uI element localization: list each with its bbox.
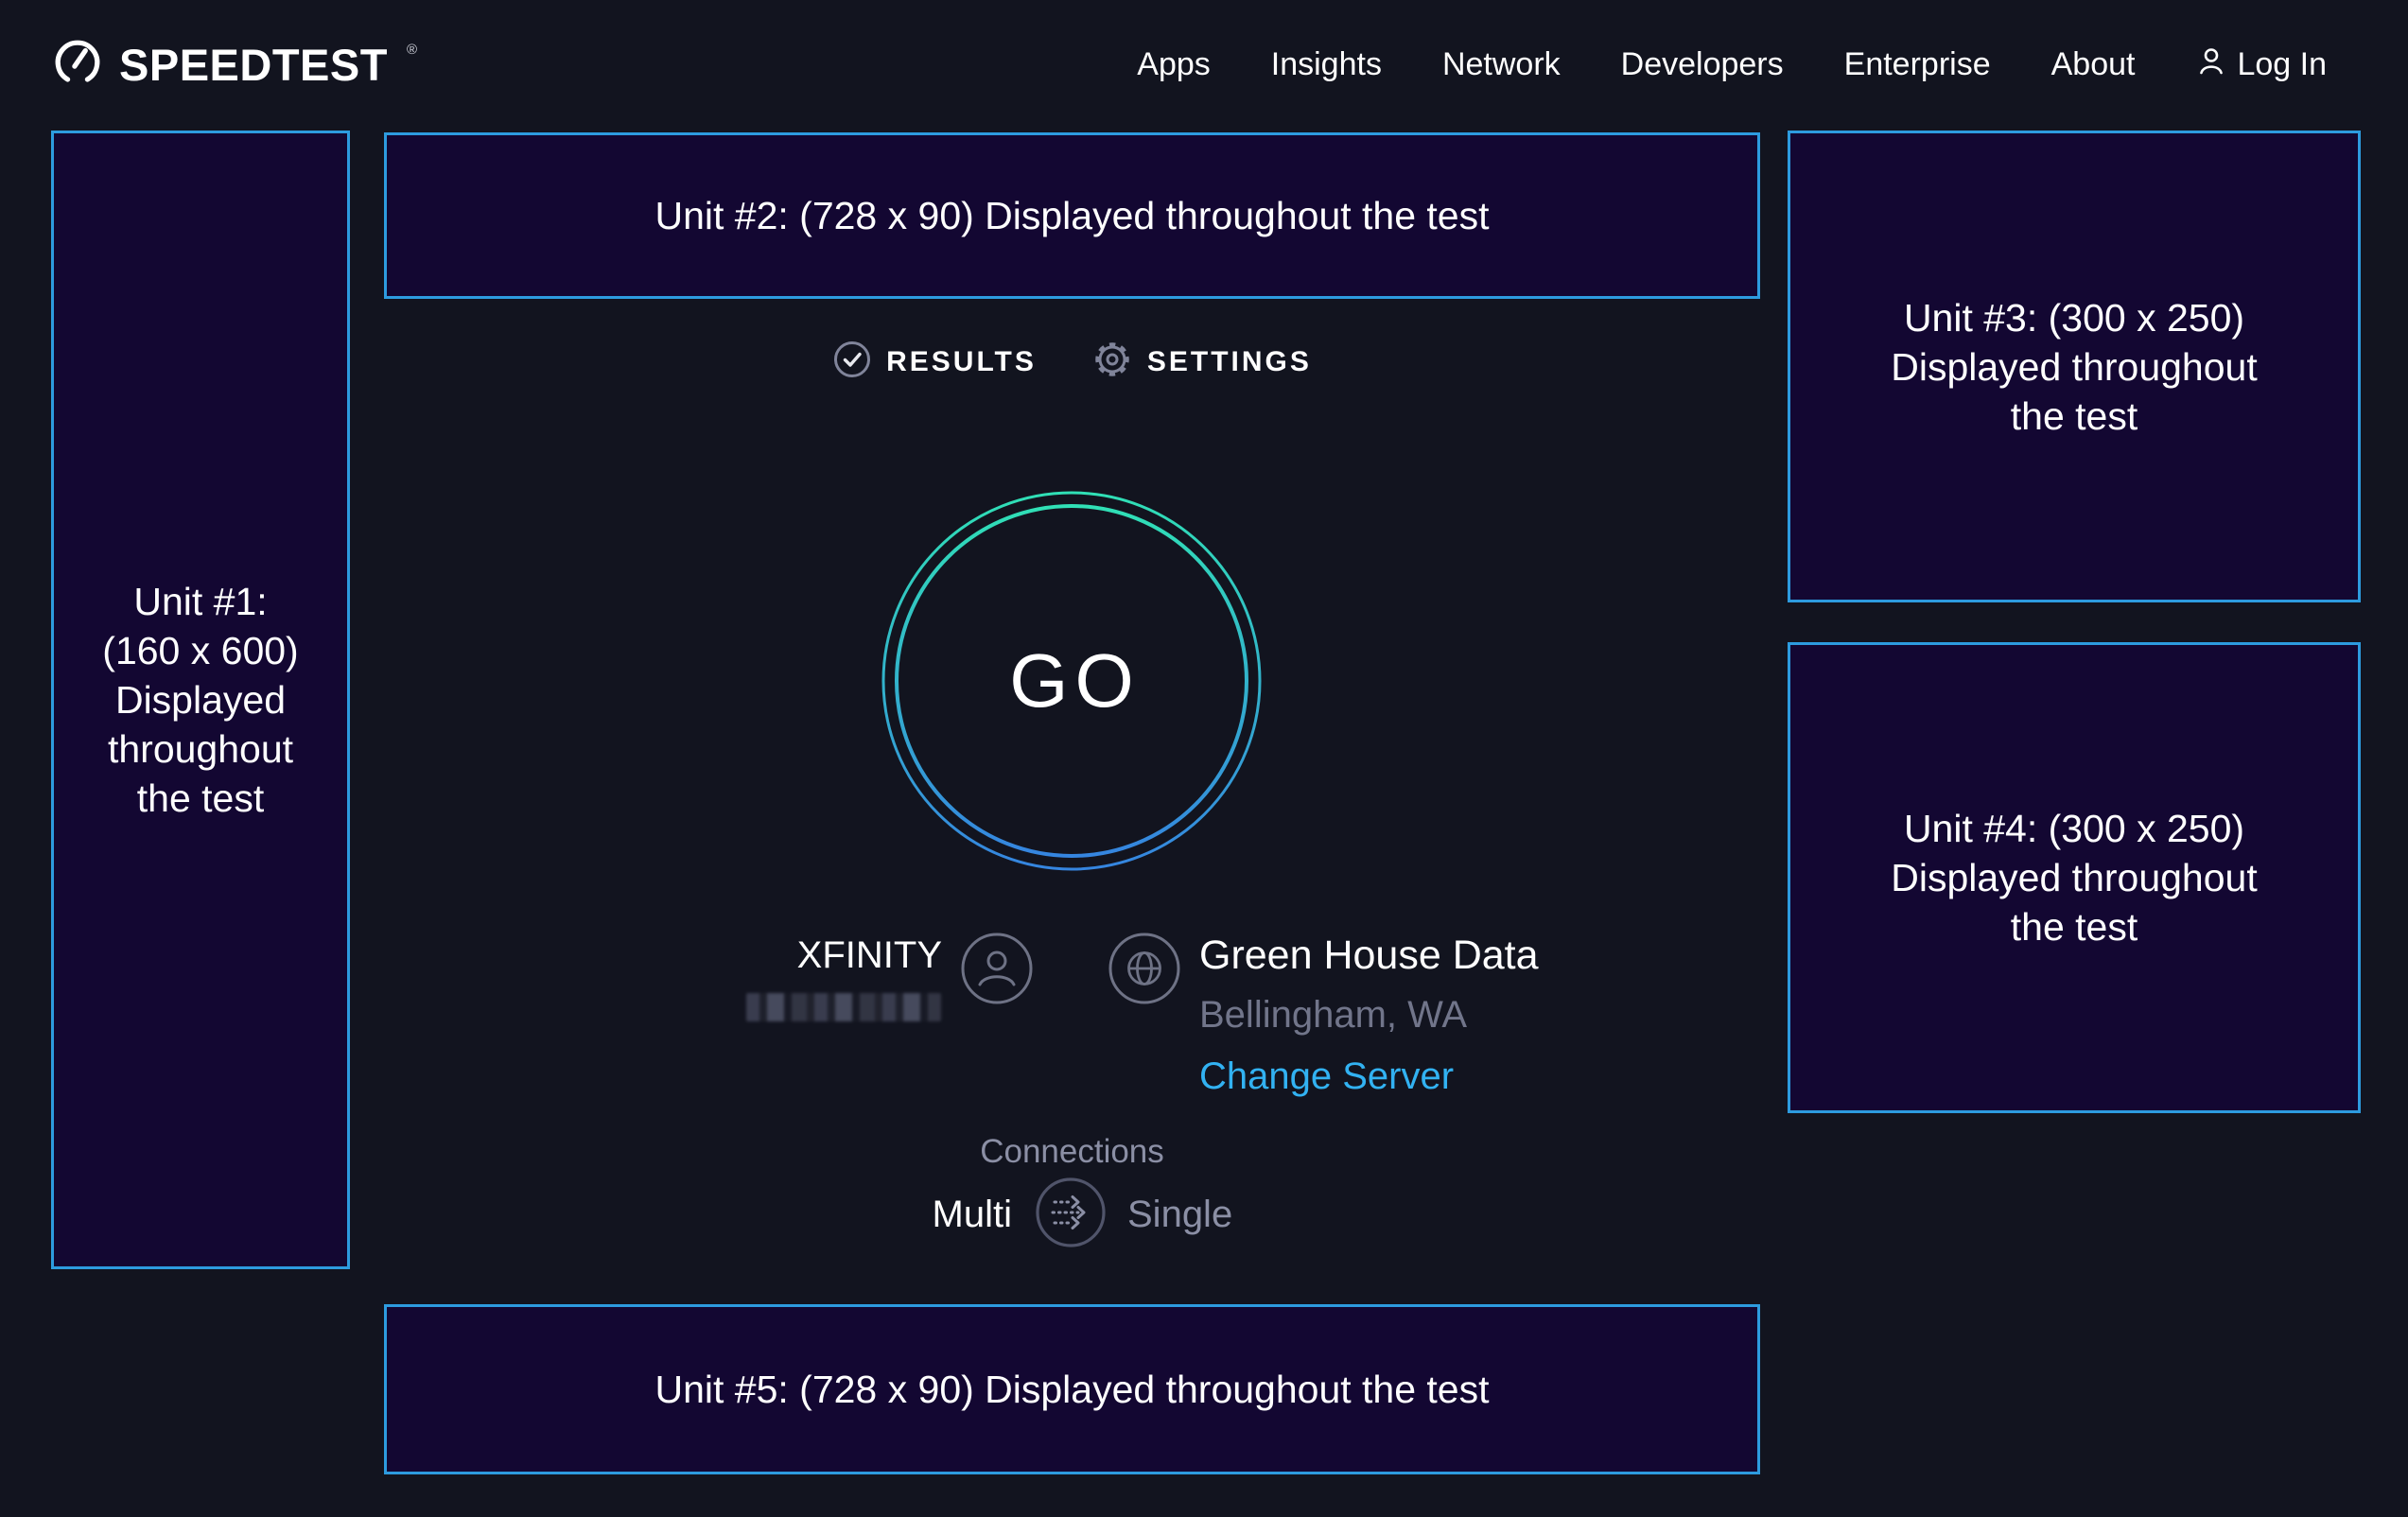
go-button-label: GO — [881, 490, 1263, 872]
speedtest-gauge-icon — [53, 38, 102, 92]
connection-mode-toggle-icon[interactable] — [1035, 1177, 1107, 1248]
ad-text-line: Unit #2: (728 x 90) Displayed throughout… — [654, 191, 1489, 240]
ad-unit-1-skyscraper[interactable]: Unit #1: (160 x 600) Displayed throughou… — [51, 131, 350, 1269]
connection-mode-multi[interactable]: Multi — [851, 1194, 1012, 1236]
connection-mode-single[interactable]: Single — [1127, 1194, 1232, 1236]
speedtest-logo[interactable]: SPEEDTEST ® — [53, 38, 415, 92]
tab-settings[interactable]: SETTINGS — [1091, 339, 1312, 385]
tab-settings-label: SETTINGS — [1147, 346, 1312, 378]
ad-text-line: the test — [2011, 902, 2138, 951]
ad-text-line: (160 x 600) — [102, 626, 298, 675]
redacted-isp-detail — [746, 993, 941, 1021]
login-label: Log In — [2237, 46, 2327, 83]
go-button[interactable]: GO — [881, 490, 1263, 872]
server-location: Bellingham, WA — [1199, 994, 1539, 1037]
server-globe-icon — [1108, 932, 1181, 1005]
isp-name: XFINITY — [662, 934, 942, 977]
ad-text-line: Unit #3: (300 x 250) — [1904, 293, 2244, 342]
nav-item-developers[interactable]: Developers — [1621, 46, 1784, 83]
nav-item-enterprise[interactable]: Enterprise — [1844, 46, 1991, 83]
tab-results-label: RESULTS — [886, 346, 1037, 378]
nav-item-about[interactable]: About — [2051, 46, 2136, 83]
ad-text-line: Unit #1: — [133, 577, 267, 626]
main-nav: Apps Insights Network Developers Enterpr… — [1137, 44, 2327, 85]
ad-text-line: Displayed throughout — [1891, 342, 2257, 392]
ad-text-line: the test — [2011, 392, 2138, 441]
gear-icon — [1091, 339, 1133, 385]
ad-unit-4-rectangle[interactable]: Unit #4: (300 x 250) Displayed throughou… — [1788, 642, 2361, 1113]
ad-text-line: the test — [137, 774, 264, 823]
ad-text-line: Unit #5: (728 x 90) Displayed throughout… — [654, 1365, 1489, 1414]
user-icon — [2195, 44, 2227, 85]
nav-item-insights[interactable]: Insights — [1271, 46, 1382, 83]
ad-unit-5-leaderboard[interactable]: Unit #5: (728 x 90) Displayed throughout… — [384, 1304, 1760, 1474]
server-info: Green House Data Bellingham, WA Change S… — [1199, 933, 1539, 1098]
ad-unit-2-leaderboard[interactable]: Unit #2: (728 x 90) Displayed throughout… — [384, 132, 1760, 299]
nav-item-network[interactable]: Network — [1442, 46, 1561, 83]
server-name: Green House Data — [1199, 933, 1539, 979]
tab-results[interactable]: RESULTS — [832, 340, 1037, 384]
ad-text-line: Unit #4: (300 x 250) — [1904, 804, 2244, 853]
login-button[interactable]: Log In — [2195, 44, 2327, 85]
logo-wordmark: SPEEDTEST — [119, 39, 388, 91]
connections-title: Connections — [384, 1133, 1760, 1171]
ad-text-line: Displayed — [115, 675, 286, 724]
ad-text-line: Displayed throughout — [1891, 853, 2257, 902]
ad-unit-3-rectangle[interactable]: Unit #3: (300 x 250) Displayed throughou… — [1788, 131, 2361, 602]
ad-text-line: throughout — [108, 724, 293, 774]
top-nav-bar: SPEEDTEST ® Apps Insights Network Develo… — [0, 0, 2408, 129]
check-circle-icon — [832, 340, 872, 384]
change-server-link[interactable]: Change Server — [1199, 1055, 1539, 1098]
results-settings-tabs: RESULTS SETTINGS — [384, 339, 1760, 385]
logo-trademark: ® — [407, 42, 417, 58]
isp-user-icon — [960, 932, 1034, 1005]
nav-item-apps[interactable]: Apps — [1137, 46, 1211, 83]
